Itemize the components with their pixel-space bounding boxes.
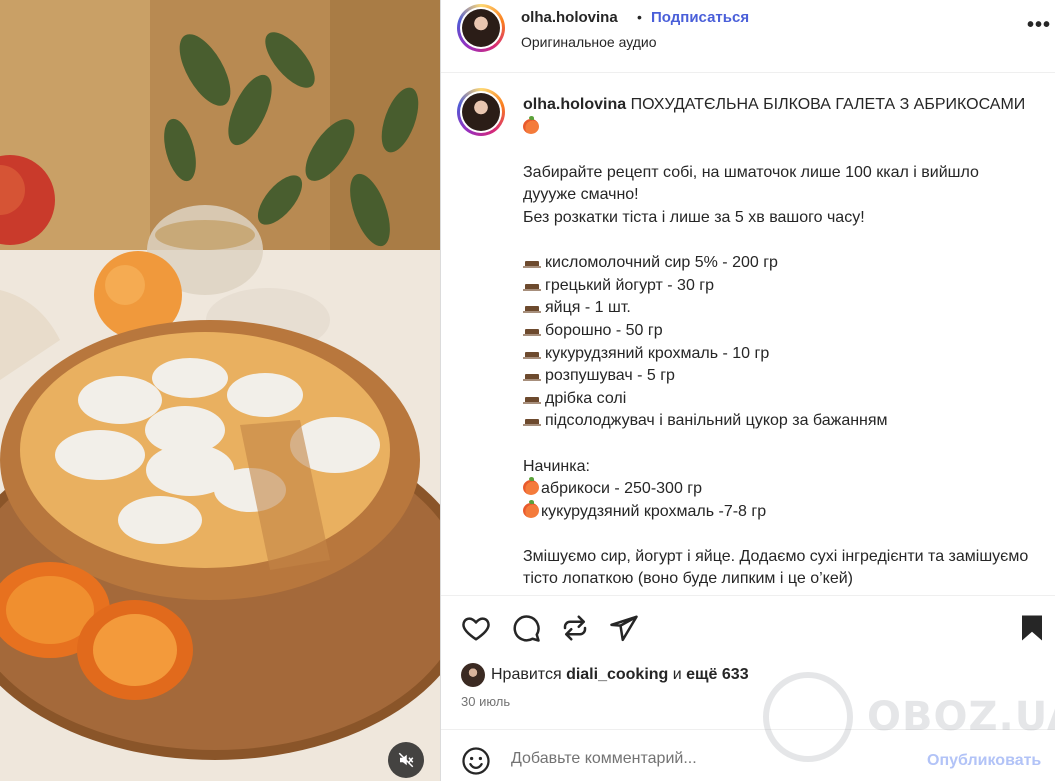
peach-emoji-icon — [523, 499, 539, 518]
ingredient-item: грецький йогурт - 30 гр — [523, 275, 1033, 298]
caption-username[interactable]: olha.holovina — [523, 96, 626, 113]
caption-intro-1: Забирайте рецепт собі, на шматочок лише … — [523, 163, 979, 204]
bullet-icon — [523, 416, 541, 427]
caption-text: olha.holovina ПОХУДАТЄЛЬНА БІЛКОВА ГАЛЕТ… — [523, 94, 1033, 591]
bullet-icon — [523, 394, 541, 404]
ingredient-item: підсолоджувач і ванільний цукор за бажан… — [523, 410, 1033, 433]
bullet-icon — [523, 303, 541, 314]
publish-button[interactable]: Опубликовать — [927, 752, 1041, 770]
post-date[interactable]: 30 июль — [461, 694, 510, 709]
post-photo[interactable] — [0, 0, 440, 781]
heart-icon[interactable] — [461, 613, 491, 643]
bullet-icon — [523, 349, 541, 359]
post-header: olha.holovina • Подписаться Оригинальное… — [441, 0, 1055, 73]
post-details-panel: olha.holovina • Подписаться Оригинальное… — [440, 0, 1055, 781]
liker-avatar[interactable] — [461, 663, 485, 687]
peach-emoji-icon — [523, 115, 539, 134]
liker-username[interactable]: diali_cooking — [566, 666, 668, 684]
mute-icon — [398, 752, 414, 768]
caption-title: ПОХУДАТЄЛЬНА БІЛКОВА ГАЛЕТА З АБРИКОСАМИ — [630, 96, 1026, 113]
peach-emoji-icon — [523, 477, 539, 496]
share-icon[interactable] — [609, 613, 639, 643]
ingredient-item: яйця - 1 шт. — [523, 297, 1033, 320]
filling-title: Начинка: — [523, 457, 590, 475]
caption-steps: Змішуємо сир, йогурт і яйце. Додаємо сух… — [523, 547, 1029, 588]
caption-intro-2: Без розкатки тіста і лише за 5 хв вашого… — [523, 208, 865, 226]
bullet-icon — [523, 258, 541, 269]
emoji-icon[interactable] — [461, 746, 491, 776]
more-options-icon[interactable]: ••• — [1027, 14, 1051, 37]
avatar[interactable] — [457, 4, 505, 52]
action-bar — [441, 605, 1055, 655]
separator-dot: • — [637, 9, 642, 25]
bullet-icon — [523, 281, 541, 291]
ingredient-item: дрібка солі — [523, 388, 1033, 411]
ingredient-item: кукурудзяний крохмаль - 10 гр — [523, 343, 1033, 366]
audio-label[interactable]: Оригинальное аудио — [521, 34, 657, 50]
galette-photo — [0, 0, 440, 781]
filling-item: кукурудзяний крохмаль -7-8 гр — [523, 499, 1033, 524]
follow-button[interactable]: Подписаться — [651, 9, 749, 26]
filling-item: абрикоси - 250-300 гр — [523, 477, 1033, 501]
likes-prefix: Нравится — [491, 666, 562, 683]
avatar-image — [462, 9, 500, 47]
ingredient-item: борошно - 50 гр — [523, 320, 1033, 343]
likes-count[interactable]: ещё 633 — [686, 666, 748, 684]
caption-avatar[interactable] — [457, 88, 505, 136]
comment-input[interactable] — [511, 750, 911, 768]
repost-icon[interactable] — [560, 613, 590, 643]
comment-icon[interactable] — [511, 613, 541, 643]
caption-section: olha.holovina ПОХУДАТЄЛЬНА БІЛКОВА ГАЛЕТ… — [441, 74, 1055, 596]
bookmark-icon[interactable] — [1017, 613, 1047, 643]
bullet-icon — [523, 371, 541, 382]
mute-button[interactable] — [388, 742, 424, 778]
likes-summary: Нравится diali_cooking и ещё 633 — [461, 663, 749, 687]
likes-middle: и — [672, 666, 682, 683]
author-username[interactable]: olha.holovina — [521, 9, 618, 26]
bullet-icon — [523, 326, 541, 336]
avatar-image — [462, 93, 500, 131]
ingredient-item: кисломолочний сир 5% - 200 гр — [523, 252, 1033, 275]
ingredient-item: розпушувач - 5 гр — [523, 365, 1033, 388]
comment-bar: Опубликовать — [441, 729, 1055, 781]
